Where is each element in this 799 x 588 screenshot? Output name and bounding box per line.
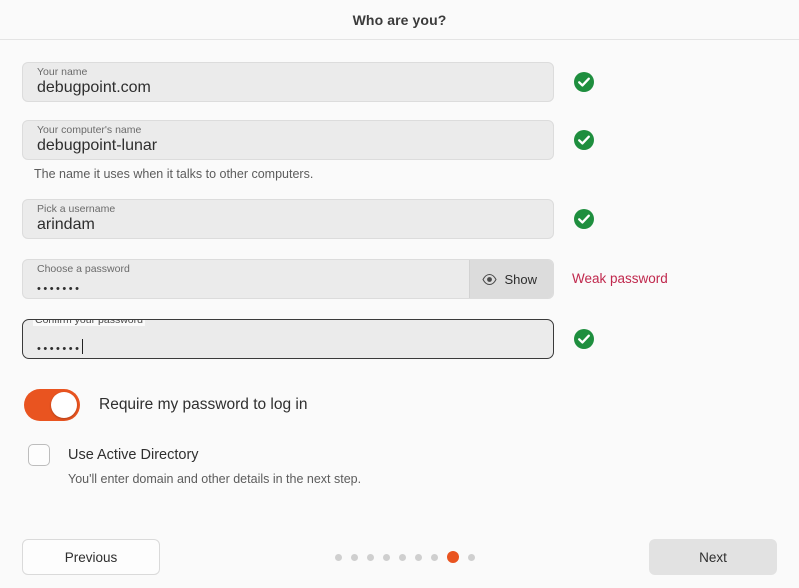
active-directory-checkbox[interactable]	[28, 444, 50, 466]
text-caret	[82, 339, 83, 354]
field-confirm-password: Confirm your password •••••••	[22, 319, 554, 359]
confirm-password-input[interactable]: Confirm your password •••••••	[22, 319, 554, 359]
username-input[interactable]: Pick a username arindam	[22, 199, 554, 239]
computer-name-status	[554, 120, 614, 160]
spacer	[22, 102, 777, 120]
page-title: Who are you?	[353, 12, 447, 28]
active-directory-row: Use Active Directory	[28, 444, 777, 466]
field-row-username: Pick a username arindam	[22, 199, 777, 239]
valid-check-icon	[573, 208, 595, 230]
password-input[interactable]: Choose a password ••••••• Show	[22, 259, 554, 299]
require-password-label: Require my password to log in	[99, 396, 308, 414]
confirm-password-text: •••••••	[37, 343, 81, 355]
eye-icon	[482, 273, 497, 286]
valid-check-icon	[573, 71, 595, 93]
computer-name-input[interactable]: Your computer's name debugpoint-lunar	[22, 120, 554, 160]
page-dot[interactable]	[383, 554, 390, 561]
spacer	[22, 299, 777, 319]
active-directory-label: Use Active Directory	[68, 447, 199, 463]
spacer	[22, 239, 777, 259]
your-name-status	[554, 62, 614, 102]
your-name-label: Your name	[35, 66, 89, 78]
computer-name-value: debugpoint-lunar	[37, 136, 157, 156]
your-name-value: debugpoint.com	[37, 78, 151, 98]
field-your-name: Your name debugpoint.com	[22, 62, 554, 102]
show-password-button[interactable]: Show	[469, 260, 553, 298]
confirm-password-value: •••••••	[37, 339, 83, 359]
computer-name-helper: The name it uses when it talks to other …	[34, 167, 777, 181]
field-row-confirm-password: Confirm your password •••••••	[22, 319, 777, 359]
field-password: Choose a password ••••••• Show	[22, 259, 554, 299]
previous-button[interactable]: Previous	[22, 539, 160, 575]
require-password-row: Require my password to log in	[24, 389, 777, 421]
next-button[interactable]: Next	[649, 539, 777, 575]
confirm-password-label: Confirm your password	[33, 319, 145, 326]
your-name-input[interactable]: Your name debugpoint.com	[22, 62, 554, 102]
confirm-password-status	[554, 319, 614, 359]
password-strength-text: Weak password	[572, 259, 668, 299]
active-directory-sublabel: You'll enter domain and other details in…	[68, 472, 777, 486]
user-setup-form: Your name debugpoint.com Your computer's…	[0, 40, 799, 486]
page-dot[interactable]	[367, 554, 374, 561]
require-password-toggle[interactable]	[24, 389, 80, 421]
valid-check-icon	[573, 129, 595, 151]
dialog-header: Who are you?	[0, 0, 799, 40]
valid-check-icon	[573, 328, 595, 350]
page-dot[interactable]	[399, 554, 406, 561]
spacer	[22, 181, 777, 199]
username-status	[554, 199, 614, 239]
page-dot[interactable]	[351, 554, 358, 561]
field-computer-name: Your computer's name debugpoint-lunar	[22, 120, 554, 160]
field-row-your-name: Your name debugpoint.com	[22, 62, 777, 102]
page-dot-active[interactable]	[447, 551, 459, 563]
page-dot[interactable]	[431, 554, 438, 561]
installer-page: Your name debugpoint.com Your computer's…	[0, 40, 799, 588]
password-status: Weak password	[554, 259, 668, 299]
footer-bar: Previous Next	[0, 526, 799, 588]
toggle-knob	[51, 392, 77, 418]
field-username: Pick a username arindam	[22, 199, 554, 239]
page-indicator-dots	[160, 551, 649, 563]
page-dot[interactable]	[468, 554, 475, 561]
computer-name-label: Your computer's name	[35, 124, 143, 136]
password-label: Choose a password	[35, 263, 132, 275]
show-password-label: Show	[504, 272, 537, 287]
field-row-computer-name: Your computer's name debugpoint-lunar	[22, 120, 777, 160]
previous-button-label: Previous	[65, 550, 118, 565]
password-value: •••••••	[37, 279, 81, 299]
page-dot[interactable]	[335, 554, 342, 561]
username-label: Pick a username	[35, 203, 117, 215]
next-button-label: Next	[699, 550, 727, 565]
field-row-password: Choose a password ••••••• Show Weak pass…	[22, 259, 777, 299]
page-dot[interactable]	[415, 554, 422, 561]
username-value: arindam	[37, 215, 95, 235]
